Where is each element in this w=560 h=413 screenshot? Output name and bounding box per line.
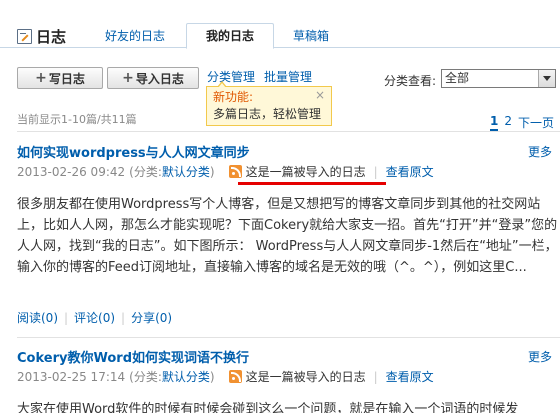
next-page-link[interactable]: 下一页: [518, 114, 554, 131]
category-prefix: (分类:: [129, 370, 162, 384]
post-date: 2013-02-25 17:14: [17, 369, 126, 384]
plus-icon: +: [122, 70, 134, 86]
imported-label: 这是一篇被导入的日志: [245, 165, 366, 179]
post-excerpt: 很多朋友都在使用Wordpress写个人博客，但是又想把写的博客文章同步到其他的…: [17, 197, 558, 275]
category-suffix: ): [209, 369, 215, 384]
rss-icon: [228, 165, 242, 178]
close-icon[interactable]: ×: [315, 88, 325, 102]
new-feature-tooltip: 新功能: 多篇日志，轻松管理 ×: [206, 81, 332, 126]
more-link[interactable]: 更多: [528, 143, 552, 160]
post-title-link[interactable]: 如何实现wordpress与人人网文章同步: [17, 142, 250, 161]
category-link[interactable]: 默认分类: [162, 368, 210, 385]
page-title: 日志: [17, 26, 66, 47]
page-2-link[interactable]: 2: [504, 114, 512, 131]
plus-icon: +: [35, 70, 47, 86]
category-manage-link[interactable]: 分类管理: [207, 68, 255, 85]
import-journal-label: 导入日志: [135, 71, 184, 86]
category-filter-value: 全部: [445, 71, 470, 85]
separator: |: [373, 369, 378, 384]
post-title-link[interactable]: Cokery教你Word如何实现词语不换行: [17, 347, 249, 366]
batch-manage-link[interactable]: 批量管理: [264, 68, 312, 85]
category-prefix: (分类:: [129, 165, 162, 179]
tooltip-body: 多篇日志，轻松管理: [213, 107, 322, 121]
category-filter-select[interactable]: 全部: [441, 69, 556, 88]
header: 日志 好友的日志 我的日志 草稿箱: [0, 0, 560, 49]
share-count-link[interactable]: 分享(0): [131, 309, 172, 326]
journal-icon: [17, 29, 32, 44]
tab-my-journal[interactable]: 我的日志: [186, 23, 274, 49]
more-link[interactable]: 更多: [528, 348, 552, 365]
post-excerpt: 大家在使用Word软件的时候有时候会碰到这么一个问题，就是在输入一个词语的时候发: [17, 402, 519, 413]
read-count-link[interactable]: 阅读(0): [17, 309, 58, 326]
category-suffix: ): [209, 164, 215, 179]
page-title-text: 日志: [36, 28, 67, 46]
separator: |: [121, 310, 126, 325]
post-meta: 2013-02-25 17:14 (分类: 默认分类 ) 这是一篇被导入的日志 …: [17, 368, 434, 385]
tab-drafts[interactable]: 草稿箱: [293, 27, 329, 44]
write-journal-label: 写日志: [48, 71, 85, 86]
highlight-underline: [238, 182, 386, 185]
import-journal-button[interactable]: + 导入日志: [107, 67, 199, 89]
pager: 1 2 下一页: [489, 114, 554, 131]
view-original-link[interactable]: 查看原文: [386, 163, 434, 180]
post-date: 2013-02-26 09:42: [17, 164, 126, 179]
imported-label: 这是一篇被导入的日志: [245, 370, 366, 384]
divider: [17, 131, 560, 132]
category-link[interactable]: 默认分类: [162, 163, 210, 180]
divider: [17, 337, 560, 338]
tooltip-title: 新功能:: [213, 90, 254, 104]
post-meta: 2013-02-26 09:42 (分类: 默认分类 ) 这是一篇被导入的日志 …: [17, 163, 434, 180]
page-1-link[interactable]: 1: [489, 114, 499, 131]
post-actions: 阅读(0) | 评论(0) | 分享(0): [17, 309, 172, 326]
separator: |: [64, 310, 69, 325]
view-original-link[interactable]: 查看原文: [386, 368, 434, 385]
category-filter-label: 分类查看:: [384, 74, 437, 88]
rss-icon: [228, 370, 242, 383]
chevron-down-icon[interactable]: [538, 70, 555, 87]
list-count: 当前显示1-10篇/共11篇: [17, 113, 137, 126]
tab-friends-journal[interactable]: 好友的日志: [105, 27, 165, 44]
write-journal-button[interactable]: + 写日志: [17, 67, 103, 89]
list-item: 如何实现wordpress与人人网文章同步 更多 2013-02-26 09:4…: [17, 142, 560, 327]
separator: |: [373, 164, 378, 179]
comment-count-link[interactable]: 评论(0): [74, 309, 115, 326]
list-item: Cokery教你Word如何实现词语不换行 更多 2013-02-25 17:1…: [17, 347, 560, 413]
